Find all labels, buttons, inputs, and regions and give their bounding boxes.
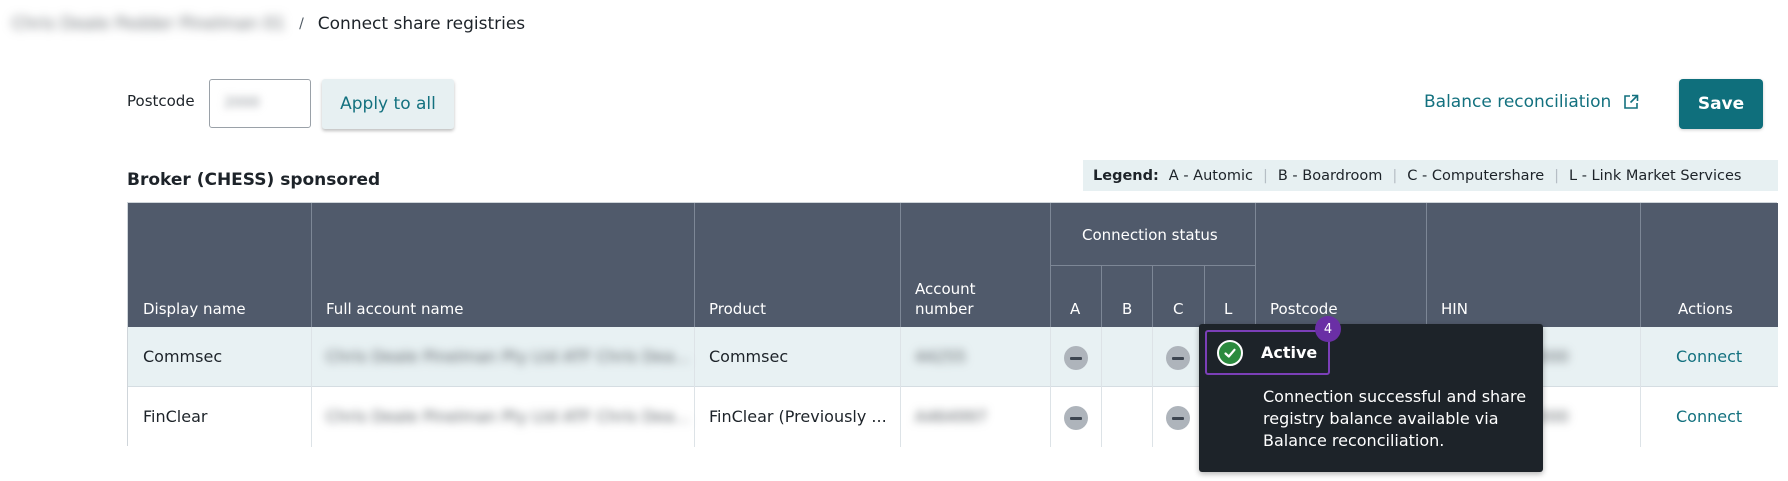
postcode-input-value: 2000 bbox=[224, 95, 260, 111]
cell-display-name: FinClear bbox=[143, 407, 208, 426]
tooltip-status-label: Active bbox=[1261, 343, 1318, 362]
apply-to-all-button[interactable]: Apply to all bbox=[322, 79, 454, 129]
cell-account-number: A464997 bbox=[915, 407, 988, 426]
breadcrumb: Chris Deale Pedder Pinelman 01 / Connect… bbox=[12, 12, 525, 36]
cell-display-name: Commsec bbox=[143, 347, 223, 366]
cell-divider bbox=[1640, 387, 1641, 447]
breadcrumb-separator: / bbox=[299, 16, 304, 32]
header-divider bbox=[1640, 203, 1641, 327]
legend-item-automic: A - Automic bbox=[1168, 167, 1253, 184]
postcode-input[interactable]: 2000 bbox=[209, 79, 311, 128]
tooltip-active-status: Active bbox=[1205, 330, 1330, 375]
status-not-connected-icon[interactable] bbox=[1064, 346, 1088, 370]
header-divider bbox=[1255, 203, 1256, 327]
balance-reconciliation-link[interactable]: Balance reconciliation bbox=[1424, 92, 1639, 112]
cell-divider bbox=[1050, 387, 1051, 447]
column-header-account-number-line1[interactable]: Account bbox=[915, 280, 976, 298]
cell-divider bbox=[694, 327, 695, 387]
header-divider bbox=[1204, 265, 1205, 327]
header-divider bbox=[1426, 203, 1427, 327]
legend-title: Legend: bbox=[1093, 167, 1159, 184]
cell-divider bbox=[1101, 327, 1102, 387]
breadcrumb-current: Connect share registries bbox=[317, 14, 526, 34]
balance-reconciliation-label: Balance reconciliation bbox=[1424, 92, 1612, 112]
check-circle-icon bbox=[1217, 339, 1243, 366]
cell-divider bbox=[1152, 327, 1153, 387]
column-header-display-name[interactable]: Display name bbox=[143, 300, 246, 318]
annotation-badge: 4 bbox=[1315, 316, 1341, 342]
column-header-account-number-line2[interactable]: number bbox=[915, 300, 974, 318]
legend-divider: | bbox=[1392, 167, 1398, 184]
column-header-status-l: L bbox=[1224, 300, 1233, 318]
connect-link[interactable]: Connect bbox=[1676, 387, 1742, 447]
status-not-connected-icon[interactable] bbox=[1166, 406, 1190, 430]
status-tooltip: Active 4 Connection successful and share… bbox=[1199, 316, 1543, 472]
cell-divider bbox=[694, 387, 695, 447]
header-divider bbox=[311, 203, 312, 327]
cell-divider bbox=[900, 327, 901, 387]
breadcrumb-parent[interactable]: Chris Deale Pedder Pinelman 01 bbox=[12, 14, 285, 34]
cell-full-account-name: Chris Deale Pinelman Pty Ltd ATF Chris D… bbox=[326, 347, 690, 366]
cell-divider bbox=[1101, 387, 1102, 447]
cell-product: Commsec bbox=[709, 347, 789, 366]
cell-divider bbox=[900, 387, 901, 447]
cell-divider bbox=[311, 387, 312, 447]
header-divider bbox=[1101, 265, 1102, 327]
column-header-full-account-name[interactable]: Full account name bbox=[326, 300, 463, 318]
legend: Legend: A - Automic | B - Boardroom | C … bbox=[1083, 160, 1778, 191]
cell-divider bbox=[1152, 387, 1153, 447]
header-divider bbox=[1152, 265, 1153, 327]
tooltip-description: Connection successful and share registry… bbox=[1263, 387, 1527, 450]
header-divider bbox=[900, 203, 901, 327]
cell-divider bbox=[311, 327, 312, 387]
connect-link[interactable]: Connect bbox=[1676, 327, 1742, 387]
column-header-connection-status: Connection status bbox=[1082, 226, 1218, 244]
legend-divider: | bbox=[1262, 167, 1268, 184]
external-link-icon bbox=[1624, 94, 1639, 109]
legend-item-link-market-services: L - Link Market Services bbox=[1569, 167, 1742, 184]
legend-divider: | bbox=[1554, 167, 1560, 184]
column-header-status-b: B bbox=[1122, 300, 1133, 318]
cell-divider bbox=[1640, 327, 1641, 387]
cell-full-account-name: Chris Deale Pinelman Pty Ltd ATF Chris D… bbox=[326, 407, 690, 426]
column-header-status-a: A bbox=[1070, 300, 1081, 318]
legend-item-computershare: C - Computershare bbox=[1407, 167, 1545, 184]
postcode-label: Postcode bbox=[127, 92, 195, 110]
table-header: Display name Full account name Product A… bbox=[128, 203, 1778, 327]
save-button[interactable]: Save bbox=[1679, 79, 1763, 129]
cell-account-number: 44255 bbox=[915, 347, 966, 366]
column-header-hin[interactable]: HIN bbox=[1441, 300, 1468, 318]
column-header-actions: Actions bbox=[1678, 300, 1733, 318]
status-not-connected-icon[interactable] bbox=[1166, 346, 1190, 370]
column-header-status-c: C bbox=[1173, 300, 1184, 318]
status-not-connected-icon[interactable] bbox=[1064, 406, 1088, 430]
section-title: Broker (CHESS) sponsored bbox=[127, 170, 381, 190]
legend-item-boardroom: B - Boardroom bbox=[1277, 167, 1383, 184]
cell-product: FinClear (Previously ... bbox=[709, 407, 887, 426]
header-divider bbox=[694, 203, 695, 327]
column-header-product[interactable]: Product bbox=[709, 300, 766, 318]
cell-divider bbox=[1050, 327, 1051, 387]
